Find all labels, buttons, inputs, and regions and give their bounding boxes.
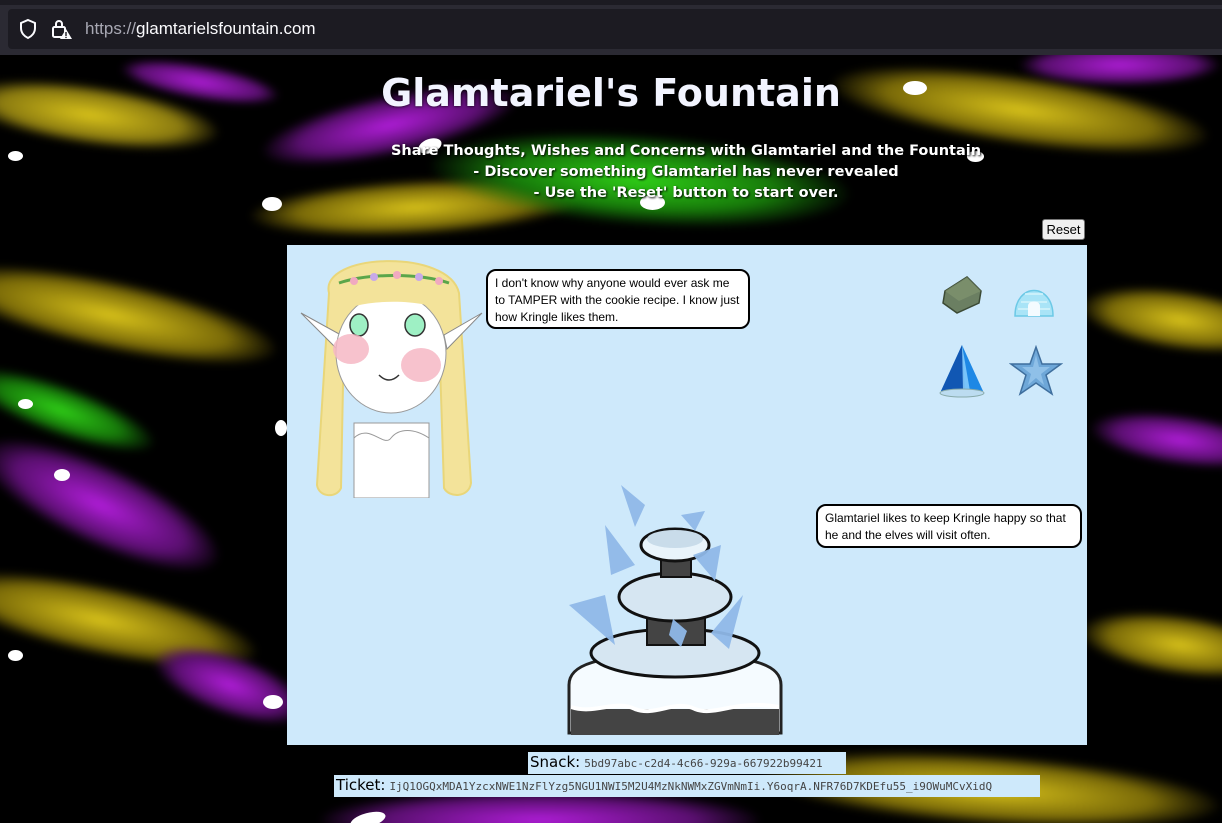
lock-warning-icon[interactable] (49, 17, 73, 41)
snow-dot (275, 420, 287, 436)
subtitle-line: Share Thoughts, Wishes and Concerns with… (390, 143, 982, 159)
glamtariel-speech-bubble: I don't know why anyone would ever ask m… (486, 269, 750, 329)
background-streak (1076, 276, 1222, 364)
star-icon[interactable] (1009, 345, 1063, 397)
fountain-stage: I don't know why anyone would ever ask m… (287, 245, 1087, 745)
ticket-label: Ticket: (336, 776, 386, 794)
ring-icon[interactable] (937, 269, 987, 319)
subtitle-line: - Use the 'Reset' button to start over. (533, 185, 839, 201)
url-domain: glamtarielsfountain.com (136, 19, 316, 38)
glamtariel-portrait (300, 260, 483, 498)
snack-label: Snack: (530, 753, 581, 771)
snow-dot (8, 650, 23, 661)
subtitle-line: - Discover something Glamtariel has neve… (473, 164, 899, 180)
page-background: Glamtariel's Fountain Share Thoughts, Wi… (0, 55, 1222, 823)
page-subtitle: Share Thoughts, Wishes and Concerns with… (0, 141, 1222, 204)
igloo-icon[interactable] (1009, 272, 1059, 320)
ticket-value: IjQ1OGQxMDA1YzcxNWE1NzFlYzg5NGU1NWI5M2U4… (389, 780, 993, 793)
page-title: Glamtariel's Fountain (381, 71, 841, 115)
background-streak (0, 245, 284, 385)
url-protocol: https:// (85, 19, 137, 38)
snack-row: Snack: 5bd97abc-c2d4-4c66-929a-667922b994… (528, 752, 846, 774)
shield-icon[interactable] (16, 17, 40, 41)
browser-toolbar: https://glamtarielsfountain.com (0, 0, 1222, 55)
fountain-image (567, 485, 783, 735)
cone-icon[interactable] (937, 341, 987, 399)
snack-value: 5bd97abc-c2d4-4c66-929a-667922b99421 (584, 757, 823, 770)
snow-dot (263, 695, 283, 709)
background-streak (1087, 402, 1222, 478)
reset-button[interactable]: Reset (1042, 219, 1085, 240)
url-text: https://glamtarielsfountain.com (85, 19, 316, 39)
ticket-row: Ticket: IjQ1OGQxMDA1YzcxNWE1NzFlYzg5NGU1N… (334, 775, 1040, 797)
address-bar[interactable]: https://glamtarielsfountain.com (8, 9, 1222, 49)
fountain-speech-bubble: Glamtariel likes to keep Kringle happy s… (816, 504, 1082, 548)
tab-strip (0, 0, 1222, 5)
snow-dot (18, 399, 33, 409)
snow-dot (54, 469, 70, 481)
background-streak (1076, 601, 1222, 689)
